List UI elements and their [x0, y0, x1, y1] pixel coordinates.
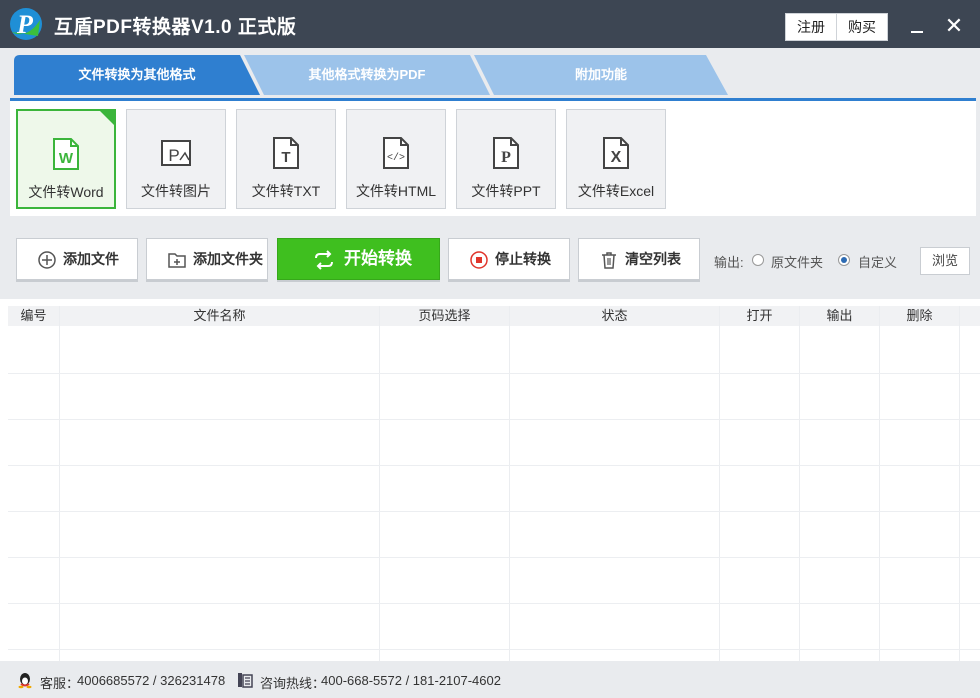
tool-to-txt[interactable]: T 文件转TXT: [236, 109, 336, 209]
svg-text:W: W: [59, 150, 74, 167]
tool-label: 文件转HTML: [355, 183, 437, 199]
button-label: 停止转换: [495, 251, 551, 267]
excel-icon: X: [603, 137, 629, 169]
svg-text:P: P: [168, 146, 179, 165]
close-icon[interactable]: ✕: [942, 14, 966, 38]
folder-plus-icon: [168, 253, 186, 268]
selected-corner-marker: [98, 109, 116, 127]
ppt-icon: P: [493, 137, 519, 169]
buy-button[interactable]: 购买: [836, 13, 888, 41]
app-logo-icon: P: [10, 8, 42, 40]
column-header-status: 状态: [601, 308, 628, 323]
row-divider: [8, 419, 980, 420]
column-divider: [799, 306, 800, 661]
tool-label: 文件转图片: [141, 183, 211, 199]
svg-text:X: X: [611, 149, 622, 166]
column-divider: [509, 306, 510, 661]
column-divider: [879, 306, 880, 661]
trash-icon: [602, 252, 616, 269]
tool-to-ppt[interactable]: P 文件转PPT: [456, 109, 556, 209]
column-header-output: 输出: [826, 308, 853, 323]
column-header-page-select: 页码选择: [418, 308, 471, 323]
row-divider: [8, 557, 980, 558]
status-bar: 客服： 4006685572 / 326231478 咨询热线： 400-668…: [0, 661, 980, 698]
column-header-index: 编号: [20, 308, 47, 323]
tool-to-image[interactable]: P 文件转图片: [126, 109, 226, 209]
qq-penguin-icon: [18, 673, 32, 689]
row-divider: [8, 465, 980, 466]
tab-file-to-other[interactable]: 文件转换为其他格式: [14, 55, 260, 95]
stop-convert-button[interactable]: 停止转换: [448, 238, 570, 280]
image-icon: P: [161, 140, 191, 166]
row-divider: [8, 603, 980, 604]
output-source-label: 原文件夹: [771, 255, 824, 270]
column-header-delete: 删除: [906, 308, 933, 323]
service-numbers: 4006685572 / 326231478: [77, 673, 226, 688]
browse-button[interactable]: 浏览: [920, 247, 970, 275]
hotline-numbers: 400-668-5572 / 181-2107-4602: [321, 673, 501, 688]
start-convert-button[interactable]: 开始转换: [277, 238, 440, 280]
tab-other-to-pdf[interactable]: 其他格式转换为PDF: [244, 55, 490, 95]
output-label: 输出:: [714, 255, 744, 270]
service-label: 客服：: [40, 676, 80, 691]
tool-to-excel[interactable]: X 文件转Excel: [566, 109, 666, 209]
column-divider: [59, 306, 60, 661]
word-icon: W: [53, 138, 79, 170]
plus-circle-icon: [38, 251, 56, 269]
column-header-open: 打开: [746, 308, 773, 323]
tool-to-html[interactable]: </> 文件转HTML: [346, 109, 446, 209]
tab-label: 文件转换为其他格式: [78, 67, 196, 82]
row-divider: [8, 511, 980, 512]
register-button[interactable]: 注册: [785, 13, 837, 41]
stop-icon: [470, 251, 488, 269]
svg-text:P: P: [501, 149, 511, 166]
tab-extra-functions[interactable]: 附加功能: [474, 55, 728, 95]
svg-text:</>: </>: [387, 152, 405, 164]
column-divider: [379, 306, 380, 661]
convert-arrows-icon: [315, 250, 333, 270]
minimize-icon[interactable]: [905, 14, 929, 38]
add-file-button[interactable]: 添加文件: [16, 238, 138, 280]
column-divider: [959, 306, 960, 661]
button-label: 清空列表: [625, 251, 681, 267]
tab-label: 其他格式转换为PDF: [308, 67, 426, 82]
tool-label: 文件转TXT: [251, 183, 321, 199]
column-header-filename: 文件名称: [193, 308, 246, 323]
output-source-radio[interactable]: [752, 254, 764, 266]
file-table: [0, 299, 980, 661]
row-divider: [8, 649, 980, 650]
tool-label: 文件转Word: [28, 184, 104, 200]
tab-label: 附加功能: [574, 67, 627, 82]
hotline-label: 咨询热线：: [260, 676, 326, 691]
svg-text:P: P: [16, 10, 34, 39]
button-label: 添加文件: [63, 251, 119, 267]
tool-label: 文件转PPT: [471, 183, 541, 199]
output-custom-label: 自定义: [858, 255, 898, 270]
column-divider: [719, 306, 720, 661]
html-icon: </>: [383, 137, 409, 169]
output-custom-radio[interactable]: [838, 254, 850, 266]
app-title: 互盾PDF转换器V1.0 正式版: [54, 17, 297, 38]
add-folder-button[interactable]: 添加文件夹: [146, 238, 268, 280]
svg-text:T: T: [281, 149, 290, 166]
button-label: 添加文件夹: [193, 251, 263, 267]
txt-icon: T: [273, 137, 299, 169]
row-divider: [8, 373, 980, 374]
tool-label: 文件转Excel: [577, 183, 655, 199]
phone-icon: [238, 673, 253, 688]
tool-to-word[interactable]: W 文件转Word: [16, 109, 116, 209]
clear-list-button[interactable]: 清空列表: [578, 238, 700, 280]
button-label: 开始转换: [344, 249, 412, 268]
